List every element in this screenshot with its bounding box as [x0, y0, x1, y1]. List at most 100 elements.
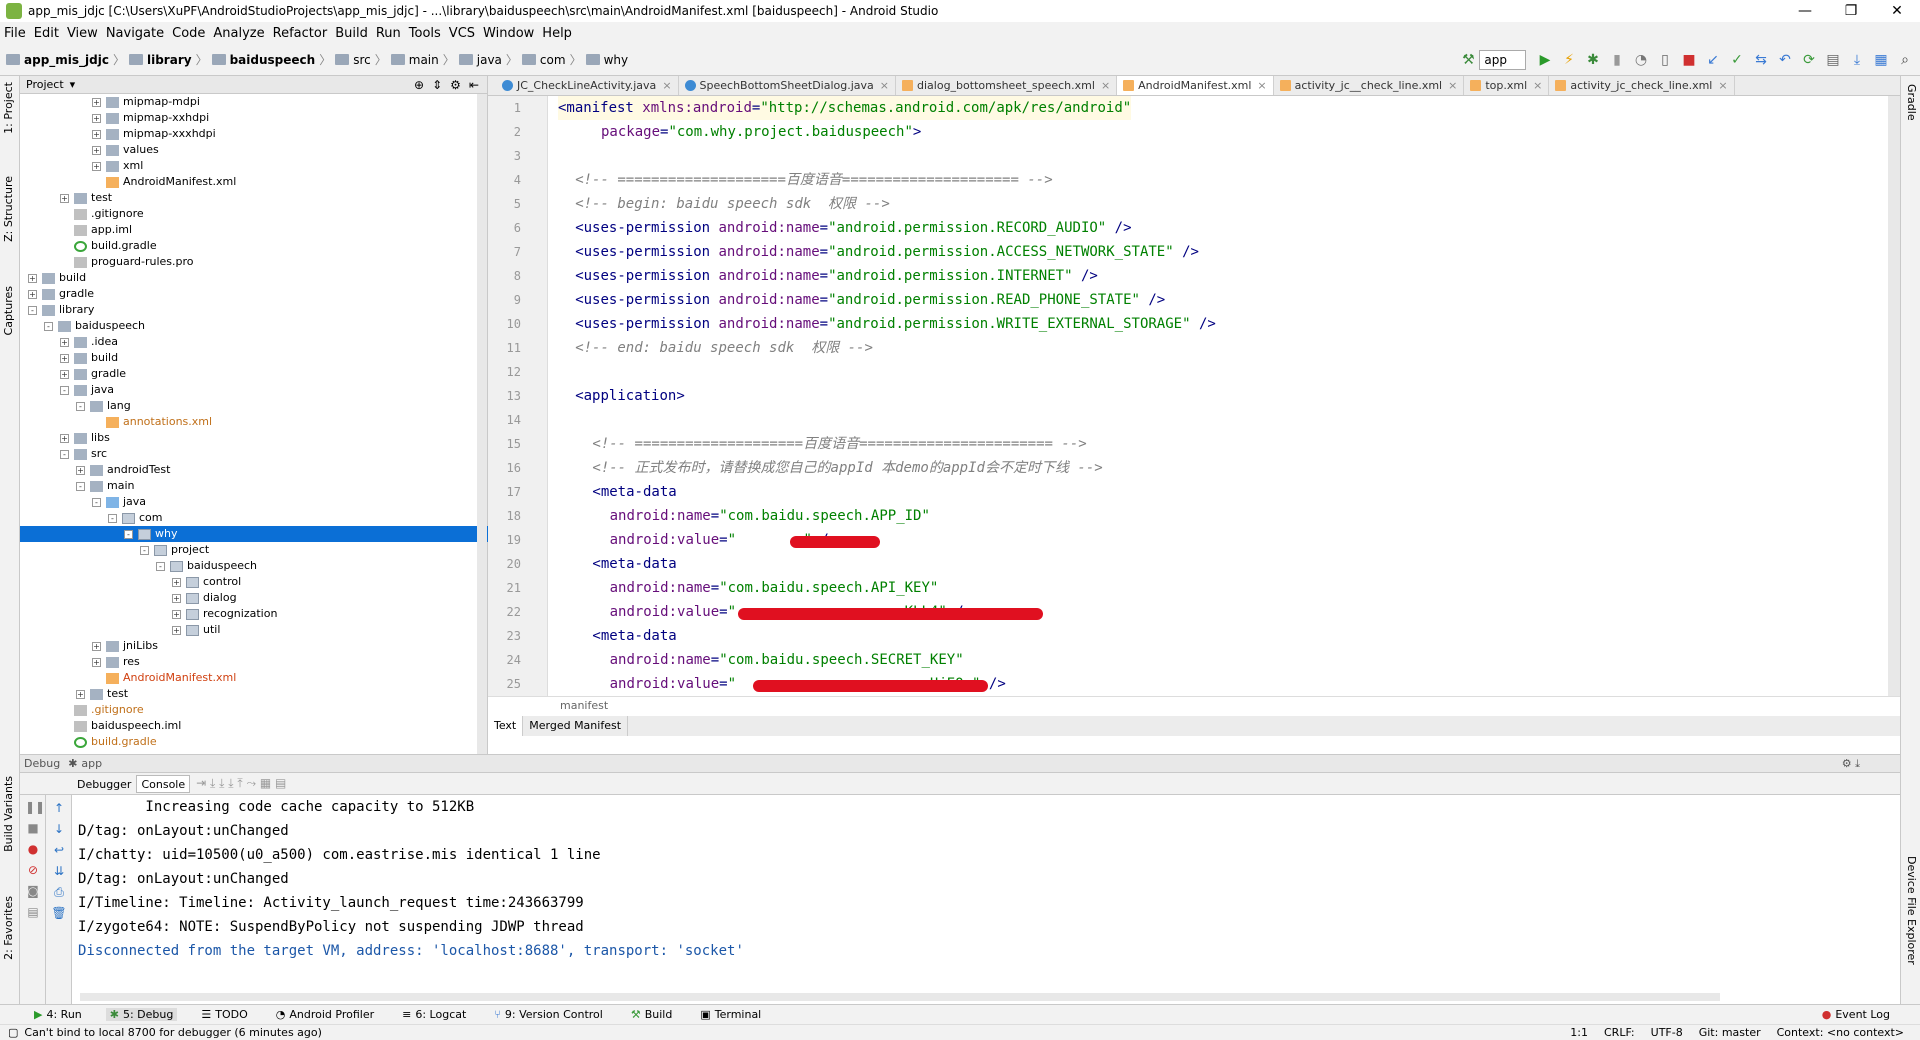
- file-encoding[interactable]: UTF-8: [1651, 1026, 1683, 1039]
- pause-icon[interactable]: ❚❚: [25, 799, 45, 815]
- project-view-select[interactable]: Project: [26, 78, 64, 91]
- menu-window[interactable]: Window: [483, 26, 534, 41]
- tree-item[interactable]: + libs: [20, 430, 488, 446]
- editor-tab[interactable]: JC_CheckLineActivity.java ×: [496, 76, 679, 95]
- editor-scrollbar[interactable]: [1888, 96, 1900, 696]
- tab-run[interactable]: ▶ 4: Run: [30, 1008, 86, 1021]
- expand-icon[interactable]: +: [172, 578, 181, 587]
- tree-item[interactable]: baiduspeech.iml: [20, 718, 488, 734]
- expand-icon[interactable]: +: [60, 370, 69, 379]
- run-icon[interactable]: ▶: [1534, 50, 1556, 70]
- expand-icon[interactable]: +: [92, 130, 101, 139]
- scroll-to-end-icon[interactable]: ⇊: [51, 863, 67, 879]
- close-tab-icon[interactable]: ×: [1101, 79, 1110, 92]
- console-hscrollbar[interactable]: [80, 993, 1720, 1001]
- breadcrumb-java[interactable]: java 〉: [458, 51, 518, 68]
- menu-build[interactable]: Build: [335, 26, 368, 41]
- console-output[interactable]: Increasing code cache capacity to 512KB D…: [78, 795, 1878, 995]
- tree-item[interactable]: annotations.xml: [20, 414, 488, 430]
- menu-refactor[interactable]: Refactor: [273, 26, 328, 41]
- tab-build-variants[interactable]: Build Variants: [2, 776, 15, 852]
- debug-icon[interactable]: ✱: [1582, 50, 1604, 70]
- tree-item[interactable]: + test: [20, 190, 488, 206]
- camera-icon[interactable]: ◙: [25, 883, 41, 899]
- collapse-icon[interactable]: -: [60, 450, 69, 459]
- close-tab-icon[interactable]: ×: [1718, 79, 1727, 92]
- menu-tools[interactable]: Tools: [409, 26, 441, 41]
- tree-item[interactable]: AndroidManifest.xml: [20, 670, 488, 686]
- close-tab-icon[interactable]: ×: [1257, 79, 1266, 92]
- editor-breadcrumb[interactable]: manifest: [488, 696, 1900, 714]
- expand-icon[interactable]: +: [172, 626, 181, 635]
- tree-item[interactable]: app.iml: [20, 222, 488, 238]
- editor-tab[interactable]: activity_jc_check_line.xml ×: [1549, 76, 1735, 95]
- maximize-button[interactable]: ❐: [1828, 3, 1874, 19]
- gear-icon[interactable]: ⚙: [450, 78, 461, 92]
- expand-icon[interactable]: +: [76, 690, 85, 699]
- tree-item[interactable]: + util: [20, 622, 488, 638]
- expand-icon[interactable]: +: [28, 274, 37, 283]
- collapse-icon[interactable]: -: [108, 514, 117, 523]
- profile-icon[interactable]: ◔: [1630, 50, 1652, 70]
- tab-gradle[interactable]: Gradle: [1905, 84, 1918, 121]
- minimize-button[interactable]: —: [1782, 3, 1828, 19]
- sdk-manager-icon[interactable]: ⤓: [1846, 50, 1868, 70]
- close-tab-icon[interactable]: ×: [662, 79, 671, 92]
- expand-icon[interactable]: +: [92, 162, 101, 171]
- breadcrumb-main[interactable]: main 〉: [390, 51, 455, 68]
- git-branch[interactable]: Git: master: [1699, 1026, 1761, 1039]
- expand-icon[interactable]: +: [172, 594, 181, 603]
- close-button[interactable]: ✕: [1874, 3, 1920, 19]
- trash-icon[interactable]: 🗑: [51, 905, 67, 921]
- tree-item[interactable]: - why: [20, 526, 488, 542]
- tree-item[interactable]: + dialog: [20, 590, 488, 606]
- editor-tab[interactable]: dialog_bottomsheet_speech.xml ×: [896, 76, 1118, 95]
- tree-item[interactable]: .gitignore: [20, 206, 488, 222]
- tree-item[interactable]: + res: [20, 654, 488, 670]
- vcs-update-icon[interactable]: ↙: [1702, 50, 1724, 70]
- coverage-icon[interactable]: ▮: [1606, 50, 1628, 70]
- close-tab-icon[interactable]: ×: [880, 79, 889, 92]
- expand-icon[interactable]: +: [92, 146, 101, 155]
- tab-device-file-explorer[interactable]: Device File Explorer: [1905, 856, 1918, 965]
- tree-item[interactable]: + mipmap-mdpi: [20, 94, 488, 110]
- expand-icon[interactable]: +: [92, 114, 101, 123]
- tab-merged-manifest[interactable]: Merged Manifest: [523, 716, 629, 736]
- tree-item[interactable]: - java: [20, 382, 488, 398]
- editor-tab[interactable]: SpeechBottomSheetDialog.java ×: [679, 76, 896, 95]
- settings-icon[interactable]: ▤: [25, 904, 41, 920]
- tree-item[interactable]: + xml: [20, 158, 488, 174]
- code-view[interactable]: <manifest xmlns:android = "http://schemas.…: [558, 96, 1878, 696]
- tree-item[interactable]: - library: [20, 302, 488, 318]
- tree-item[interactable]: + control: [20, 574, 488, 590]
- menu-view[interactable]: View: [67, 26, 98, 41]
- expand-icon[interactable]: +: [76, 466, 85, 475]
- stop-icon[interactable]: ■: [1678, 50, 1700, 70]
- apply-changes-icon[interactable]: ⚡: [1558, 50, 1580, 70]
- tab-todo[interactable]: ☰ TODO: [197, 1008, 251, 1021]
- tree-item[interactable]: - project: [20, 542, 488, 558]
- collapse-icon[interactable]: -: [28, 306, 37, 315]
- tree-item[interactable]: build.gradle: [20, 238, 488, 254]
- status-toggle-icon[interactable]: ▢: [8, 1026, 18, 1039]
- tree-item[interactable]: - lang: [20, 398, 488, 414]
- project-tree-scrollbar[interactable]: [477, 94, 487, 754]
- menu-vcs[interactable]: VCS: [449, 26, 475, 41]
- tree-item[interactable]: .gitignore: [20, 702, 488, 718]
- expand-icon[interactable]: +: [92, 98, 101, 107]
- menu-file[interactable]: File: [4, 26, 26, 41]
- menu-edit[interactable]: Edit: [34, 26, 59, 41]
- tree-item[interactable]: + mipmap-xxhdpi: [20, 110, 488, 126]
- arrow-up-icon[interactable]: ↑: [51, 800, 67, 816]
- view-breakpoints-icon[interactable]: ●: [25, 841, 41, 857]
- expand-icon[interactable]: +: [28, 290, 37, 299]
- collapse-icon[interactable]: -: [156, 562, 165, 571]
- tab-debugger[interactable]: Debugger: [72, 775, 136, 793]
- tree-item[interactable]: + test: [20, 686, 488, 702]
- vcs-compare-icon[interactable]: ⇆: [1750, 50, 1772, 70]
- tab-version-control[interactable]: ⑂ 9: Version Control: [490, 1008, 607, 1021]
- expand-icon[interactable]: +: [92, 642, 101, 651]
- stop-icon[interactable]: ■: [25, 820, 41, 836]
- tree-item[interactable]: - baiduspeech: [20, 318, 488, 334]
- project-structure-icon[interactable]: ▦: [1870, 50, 1892, 70]
